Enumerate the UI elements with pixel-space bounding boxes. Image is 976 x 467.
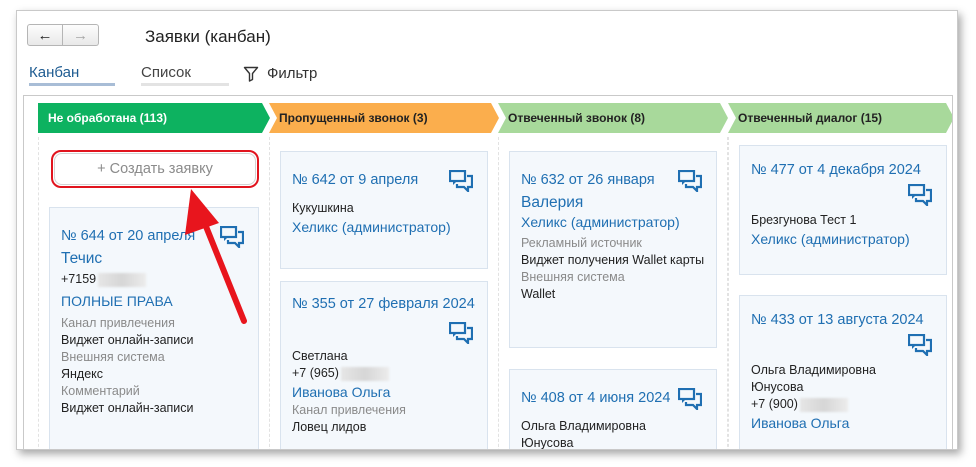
request-card[interactable]: № 644 от 20 апреля Течис +7159 ПОЛНЫЕ ПР… — [49, 207, 259, 449]
field-value: Ловец лидов — [292, 420, 367, 434]
column-body: № 632 от 26 января Валерия Хеликс (админ… — [498, 137, 728, 450]
client-phone: +7159 — [61, 271, 248, 288]
field-value: Яндекс — [61, 367, 104, 381]
manager-link[interactable]: Хеликс (администратор) — [521, 212, 706, 232]
tab-list[interactable]: Список — [141, 64, 229, 86]
history-nav: ← → — [27, 24, 99, 46]
column-answered-call: Отвеченный звонок (8) № 632 от 26 января… — [498, 103, 728, 449]
create-request-button[interactable]: + Создать заявку — [51, 150, 259, 188]
client-phone: +7 (900) — [751, 396, 936, 413]
client-name: Светлана — [292, 349, 348, 363]
chat-icon[interactable] — [678, 170, 702, 192]
filter-button[interactable]: Фильтр — [243, 65, 317, 82]
chat-icon[interactable] — [449, 170, 473, 192]
column-title: Отвеченный звонок (8) — [508, 111, 645, 125]
app-window: ← → Заявки (канбан) Канбан Список Фильтр… — [16, 10, 958, 450]
client-role[interactable]: ПОЛНЫЕ ПРАВА — [61, 291, 248, 311]
request-card[interactable]: № 355 от 27 февраля 2024 Светлана +7 (96… — [280, 281, 488, 449]
column-title: Отвеченный диалог (15) — [738, 111, 883, 125]
column-answered-dialog: Отвеченный диалог (15) № 477 от 4 декабр… — [728, 103, 952, 449]
column-body: № 477 от 4 декабря 2024 Брезгунова Тест … — [728, 137, 952, 449]
request-card[interactable]: № 408 от 4 июня 2024 Ольга Владимировна … — [509, 369, 717, 450]
request-card[interactable]: № 477 от 4 декабря 2024 Брезгунова Тест … — [739, 145, 947, 275]
tab-kanban[interactable]: Канбан — [29, 64, 115, 86]
client-name: Ольга Владимировна Юнусова — [521, 419, 646, 450]
client-name[interactable]: Течис — [61, 250, 248, 268]
kanban-board: Не обработана (113) + Создать заявку № 6… — [23, 95, 953, 449]
column-body: + Создать заявку № 644 от 20 апреля Течи… — [38, 137, 270, 449]
manager-link[interactable]: Иванова Ольга — [292, 382, 477, 402]
manager-link[interactable]: Хеликс (администратор) — [292, 217, 477, 237]
client-name: Брезгунова Тест 1 — [751, 213, 857, 227]
column-body: № 642 от 9 апреля Кукушкина Хеликс (адми… — [269, 137, 499, 449]
field-value: Виджет онлайн-записи — [61, 401, 194, 415]
column-title: Не обработана (113) — [48, 111, 168, 125]
client-name[interactable]: Валерия — [521, 194, 706, 212]
client-phone: +7 (965) — [292, 365, 477, 382]
chat-icon[interactable] — [908, 334, 932, 356]
field-value: Виджет получения Wallet карты — [521, 253, 705, 267]
chat-icon[interactable] — [678, 388, 702, 410]
back-arrow-icon[interactable]: ← — [27, 24, 63, 46]
card-title[interactable]: № 477 от 4 декабря 2024 — [751, 162, 936, 178]
field-label: Внешняя система — [61, 350, 165, 364]
field-label: Комментарий — [61, 384, 140, 398]
field-value: Виджет онлайн-записи — [61, 333, 194, 347]
column-missed-call: Пропущенный звонок (3) № 642 от 9 апреля… — [269, 103, 499, 449]
forward-arrow-icon[interactable]: → — [63, 24, 99, 46]
chat-icon[interactable] — [908, 184, 932, 206]
client-name: Ольга Владимировна Юнусова — [751, 363, 876, 394]
request-card[interactable]: № 632 от 26 января Валерия Хеликс (админ… — [509, 151, 717, 348]
card-title[interactable]: № 355 от 27 февраля 2024 — [292, 296, 477, 312]
filter-label: Фильтр — [267, 65, 318, 82]
filter-icon — [243, 66, 259, 82]
card-title[interactable]: № 433 от 13 августа 2024 — [751, 312, 936, 328]
manager-link[interactable]: Иванова Ольга — [751, 413, 936, 433]
column-not-processed: Не обработана (113) + Создать заявку № 6… — [38, 103, 270, 449]
field-label: Внешняя система — [521, 270, 625, 284]
field-label: Рекламный источник — [521, 236, 642, 250]
column-title: Пропущенный звонок (3) — [279, 111, 428, 125]
client-name: Кукушкина — [292, 201, 354, 215]
field-label: Канал привлечения — [61, 316, 175, 330]
manager-link[interactable]: Хеликс (администратор) — [751, 229, 936, 249]
view-tabs: Канбан Список — [29, 64, 255, 86]
request-card[interactable]: № 642 от 9 апреля Кукушкина Хеликс (адми… — [280, 151, 488, 269]
chat-icon[interactable] — [449, 322, 473, 344]
chat-icon[interactable] — [220, 226, 244, 248]
request-card[interactable]: № 433 от 13 августа 2024 Ольга Владимиро… — [739, 295, 947, 449]
page-title: Заявки (канбан) — [145, 27, 271, 46]
field-label: Канал привлечения — [292, 403, 406, 417]
field-value: Wallet — [521, 287, 556, 301]
